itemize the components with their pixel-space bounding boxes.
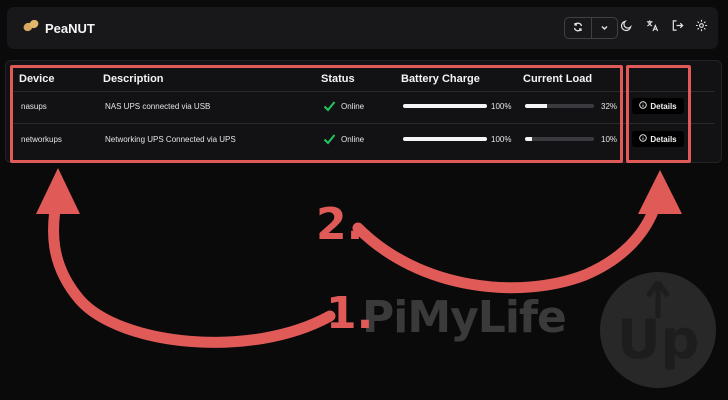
arrowhead-details — [638, 170, 682, 214]
arrow-to-details — [352, 190, 664, 294]
step-1-label: 1. — [326, 288, 374, 339]
arrowhead-table — [36, 168, 80, 214]
annotation-arrows — [36, 168, 682, 348]
arrow-to-table — [48, 186, 336, 348]
step-2-label: 2. — [316, 199, 364, 250]
